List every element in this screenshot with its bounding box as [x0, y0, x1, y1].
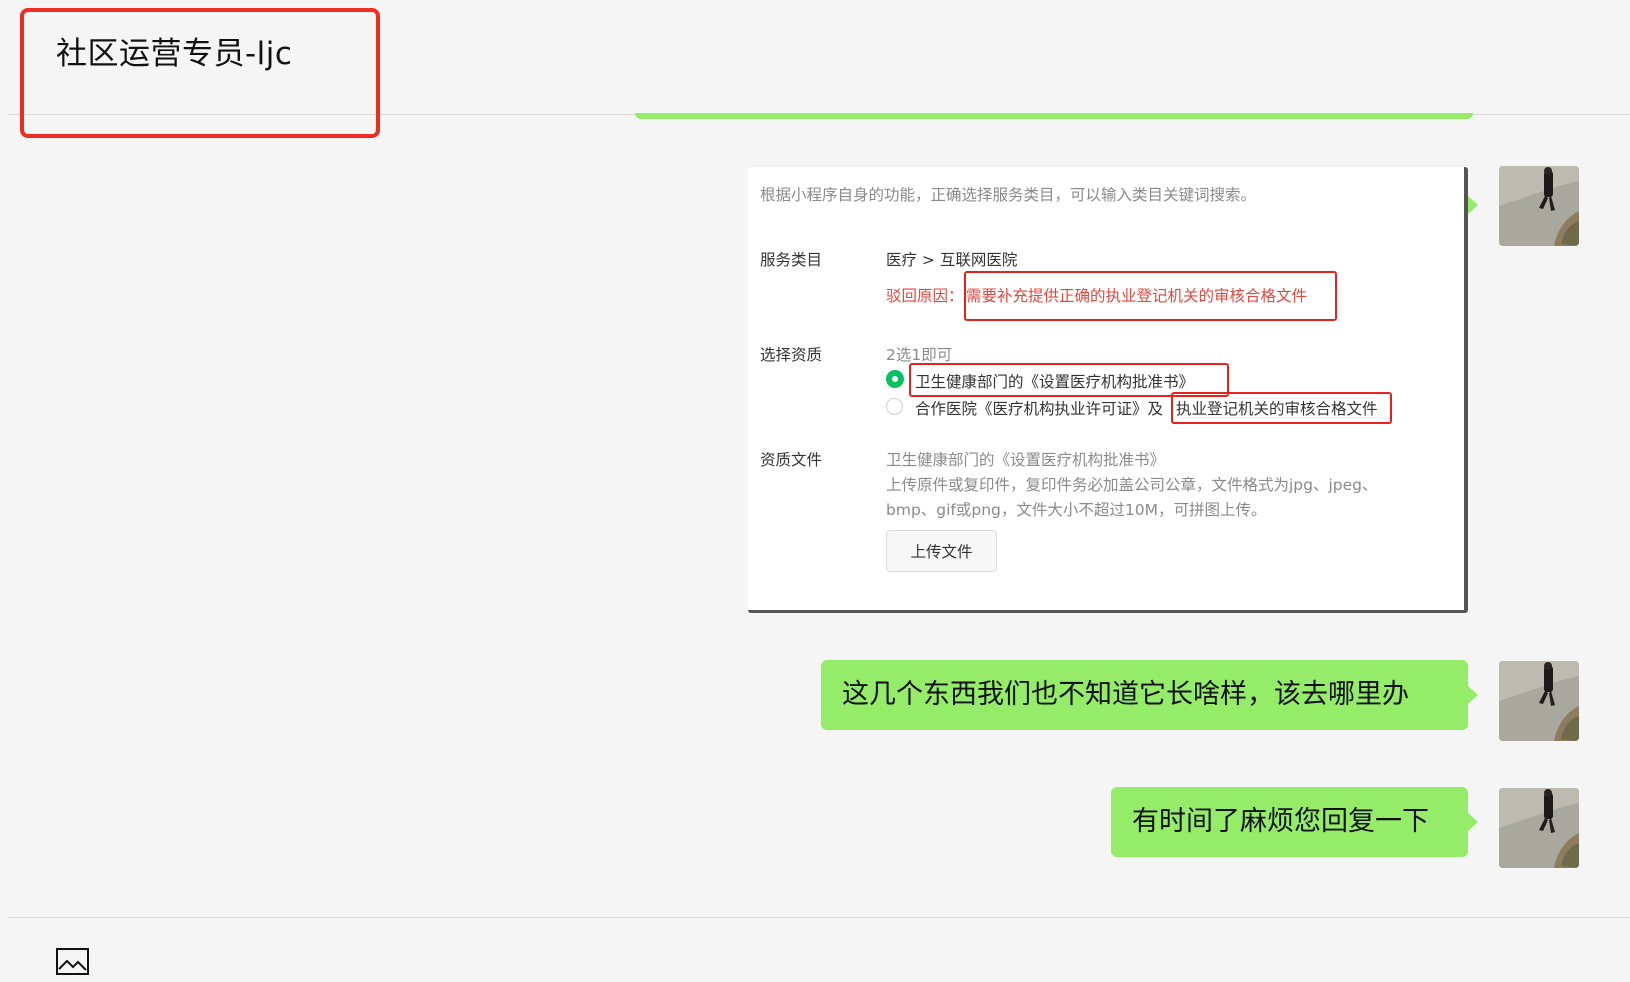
reject-reason-highlight	[964, 271, 1337, 321]
option2-radio	[886, 398, 903, 415]
files-title: 卫生健康部门的《设置医疗机构批准书》	[886, 451, 1166, 469]
card-intro-text: 根据小程序自身的功能，正确选择服务类目，可以输入类目关键词搜索。	[760, 186, 1257, 204]
qualification-label: 选择资质	[760, 346, 823, 364]
previous-message-bubble	[635, 113, 1473, 119]
input-area-divider	[8, 917, 1630, 918]
title-highlight-box	[20, 8, 380, 138]
image-message[interactable]: 根据小程序自身的功能，正确选择服务类目，可以输入类目关键词搜索。 服务类目 医疗…	[748, 167, 1468, 613]
files-label: 资质文件	[760, 451, 823, 469]
files-desc-line2: bmp、gif或png，文件大小不超过10M，可拼图上传。	[886, 501, 1267, 519]
option2-highlight	[1171, 392, 1392, 424]
image-icon[interactable]	[56, 948, 89, 975]
image-message-tail	[1468, 196, 1478, 214]
option2-label: 合作医院《医疗机构执业许可证》及	[915, 400, 1164, 418]
upload-file-button: 上传文件	[886, 530, 997, 572]
files-desc-line1: 上传原件或复印件，复印件务必加盖公司公章，文件格式为jpg、jpeg、	[886, 476, 1378, 494]
message-bubble[interactable]: 有时间了麻烦您回复一下	[1111, 787, 1478, 857]
avatar[interactable]	[1499, 166, 1579, 246]
message-bubble[interactable]: 这几个东西我们也不知道它长啥样，该去哪里办	[821, 660, 1478, 730]
reject-prefix: 驳回原因：	[886, 287, 964, 305]
service-category-value: 医疗 > 互联网医院	[886, 251, 1018, 269]
avatar[interactable]	[1499, 788, 1579, 868]
qualification-hint: 2选1即可	[886, 346, 953, 364]
avatar[interactable]	[1499, 661, 1579, 741]
service-category-label: 服务类目	[760, 251, 823, 269]
chat-window: 社区运营专员-ljc 根据小程序自身的功能，正确选择服务类目，可以输入类目关键词…	[8, 0, 1630, 982]
option1-radio	[886, 370, 904, 388]
